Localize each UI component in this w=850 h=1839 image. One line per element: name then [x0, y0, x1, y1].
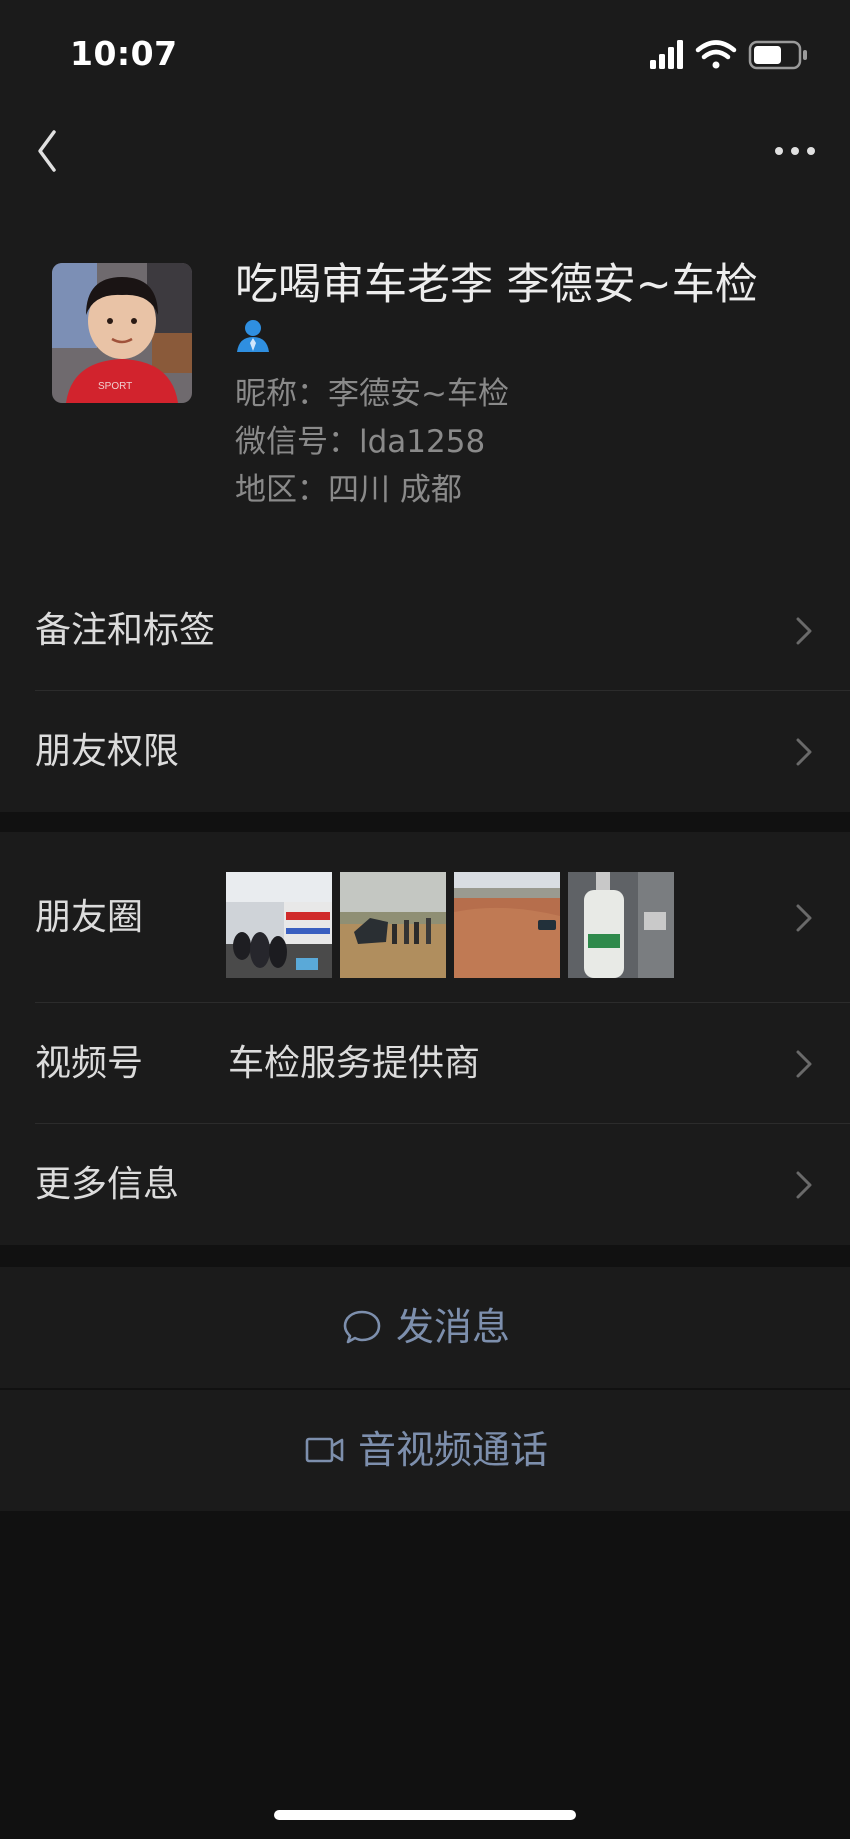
wifi-icon — [695, 40, 737, 69]
svg-text:SPORT: SPORT — [98, 381, 132, 392]
more-horizontal-icon — [775, 147, 815, 155]
chevron-right-icon — [796, 1050, 812, 1078]
more-info-label: 更多信息 — [35, 1164, 180, 1205]
moments-thumbnail[interactable] — [226, 872, 332, 978]
more-button[interactable] — [765, 124, 825, 178]
moments-row[interactable]: 朋友圈 — [0, 832, 850, 1003]
remark-tags-label: 备注和标签 — [35, 610, 216, 651]
avatar[interactable]: SPORT — [52, 263, 192, 403]
profile-header: SPORT 吃喝审车老李 李德安~车检 昵称：李德安~车检 微信号：lda125… — [0, 200, 850, 570]
wechat-id-text: 微信号：lda1258 — [235, 424, 486, 460]
chevron-right-icon — [796, 904, 812, 932]
video-call-button[interactable]: 音视频通话 — [0, 1390, 850, 1511]
status-icons — [650, 40, 807, 70]
chevron-right-icon — [796, 738, 812, 766]
chevron-left-icon — [38, 130, 56, 172]
channels-value: 车检服务提供商 — [228, 1043, 481, 1084]
chat-bubble-icon — [343, 1310, 381, 1344]
content-section: 朋友圈 视频号 车检服务提供商 更多信息 — [0, 832, 850, 1245]
channels-row[interactable]: 视频号 车检服务提供商 — [0, 1003, 850, 1124]
send-message-label: 发消息 — [396, 1305, 511, 1349]
back-button[interactable] — [28, 124, 78, 178]
moments-label: 朋友圈 — [35, 897, 144, 938]
permissions-label: 朋友权限 — [35, 731, 180, 772]
chevron-right-icon — [796, 617, 812, 645]
display-name: 吃喝审车老李 李德安~车检 — [235, 260, 758, 310]
moments-thumbnail[interactable] — [568, 872, 674, 978]
send-message-button[interactable]: 发消息 — [0, 1267, 850, 1388]
moments-thumbnail[interactable] — [454, 872, 560, 978]
channels-label: 视频号 — [35, 1043, 144, 1084]
remark-tags-row[interactable]: 备注和标签 — [0, 570, 850, 691]
settings-section: 备注和标签 朋友权限 — [0, 570, 850, 812]
status-bar: 10:07 — [0, 0, 850, 100]
nav-bar — [0, 100, 850, 200]
user-badge-icon — [237, 320, 269, 352]
more-info-row[interactable]: 更多信息 — [0, 1124, 850, 1245]
video-camera-icon — [305, 1437, 344, 1463]
signal-icon — [650, 40, 683, 69]
battery-icon — [748, 40, 807, 70]
status-time: 10:07 — [70, 34, 178, 73]
home-indicator — [274, 1810, 576, 1820]
video-call-label: 音视频通话 — [358, 1428, 549, 1472]
nickname-text: 昵称：李德安~车检 — [235, 376, 509, 412]
region-text: 地区：四川 成都 — [235, 472, 462, 508]
moments-thumbnail[interactable] — [340, 872, 446, 978]
chevron-right-icon — [796, 1171, 812, 1199]
permissions-row[interactable]: 朋友权限 — [0, 691, 850, 812]
